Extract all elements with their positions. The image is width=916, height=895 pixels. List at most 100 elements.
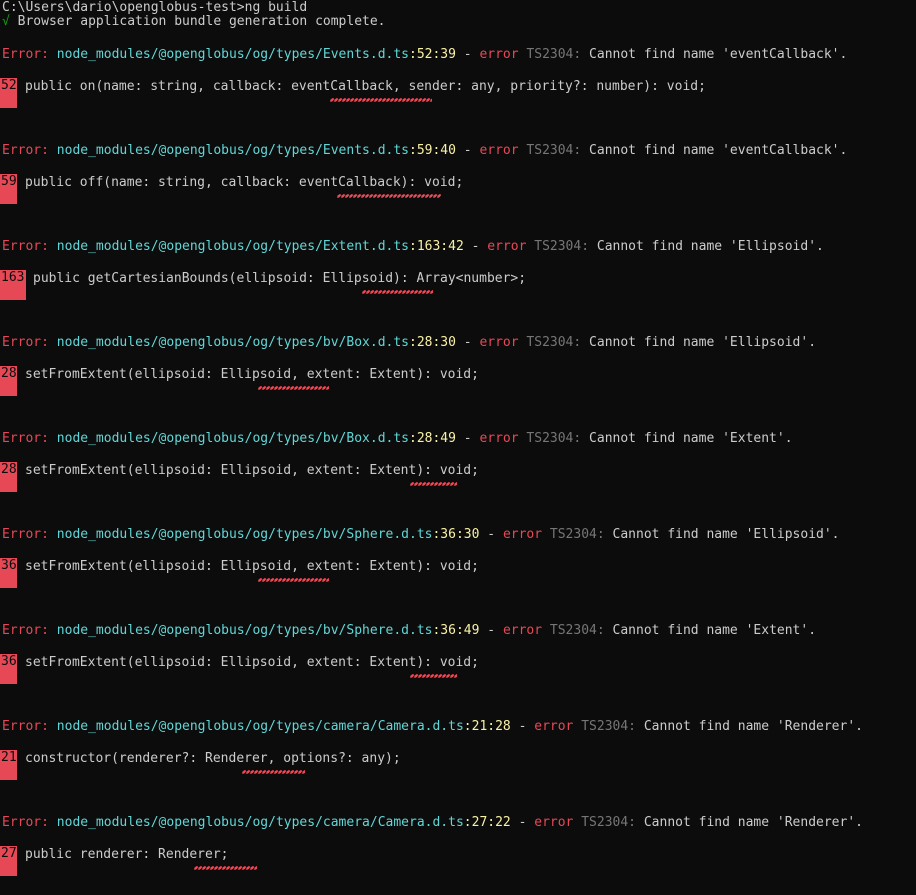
error-file-path: node_modules/@openglobus/og/types/camera… (56, 719, 464, 734)
error-location: :52:39 (409, 47, 456, 62)
error-message: Cannot find name 'Ellipsoid'. (596, 239, 824, 254)
error-file-path: node_modules/@openglobus/og/types/camera… (56, 815, 464, 830)
error-squiggle-underline (337, 193, 441, 199)
error-separator: - (455, 431, 480, 446)
source-code-line: setFromExtent(ellipsoid: Ellipsoid, exte… (25, 367, 479, 382)
error-header: Error: node_modules/@openglobus/og/types… (2, 719, 863, 735)
error-file-path: node_modules/@openglobus/og/types/bv/Box… (56, 335, 409, 350)
error-label: Error: (2, 335, 49, 350)
error-label: Error: (2, 239, 49, 254)
source-code-line: public getCartesianBounds(ellipsoid: Ell… (33, 271, 527, 286)
error-header: Error: node_modules/@openglobus/og/types… (2, 623, 816, 639)
error-severity: error (502, 527, 543, 542)
error-severity: error (534, 815, 574, 830)
error-code: TS2304: (581, 719, 637, 734)
error-file-path: node_modules/@openglobus/og/types/Extent… (56, 239, 409, 254)
check-icon: √ (2, 14, 10, 29)
error-severity: error (487, 239, 527, 254)
error-message: Cannot find name 'Renderer'. (643, 815, 863, 830)
error-label: Error: (2, 815, 49, 830)
error-code: TS2304: (526, 47, 582, 62)
line-number-badge: 28 (0, 366, 17, 396)
error-separator: - (455, 143, 480, 158)
error-header: Error: node_modules/@openglobus/og/types… (2, 239, 824, 255)
error-message: Cannot find name 'Extent'. (612, 623, 817, 638)
error-severity: error (534, 719, 574, 734)
error-message: Cannot find name 'eventCallback'. (589, 143, 848, 158)
error-severity: error (479, 143, 519, 158)
error-code: TS2304: (526, 335, 582, 350)
error-header: Error: node_modules/@openglobus/og/types… (2, 431, 793, 447)
error-message: Cannot find name 'Ellipsoid'. (612, 527, 840, 542)
error-separator: - (463, 239, 488, 254)
error-message: Cannot find name 'Ellipsoid'. (589, 335, 817, 350)
error-location: :163:42 (409, 239, 464, 254)
error-separator: - (510, 815, 535, 830)
error-header: Error: node_modules/@openglobus/og/types… (2, 335, 816, 351)
error-code: TS2304: (549, 623, 605, 638)
error-header: Error: node_modules/@openglobus/og/types… (2, 47, 847, 63)
error-message: Cannot find name 'eventCallback'. (589, 47, 848, 62)
error-code: TS2304: (534, 239, 590, 254)
source-code-line: setFromExtent(ellipsoid: Ellipsoid, exte… (25, 655, 479, 670)
line-number-badge: 36 (0, 654, 17, 684)
source-code-line: setFromExtent(ellipsoid: Ellipsoid, exte… (25, 463, 479, 478)
error-location: :36:49 (432, 623, 480, 638)
error-squiggle-underline (410, 673, 457, 679)
error-location: :59:40 (409, 143, 456, 158)
error-file-path: node_modules/@openglobus/og/types/bv/Box… (56, 431, 409, 446)
error-severity: error (479, 47, 519, 62)
error-location: :27:22 (463, 815, 511, 830)
line-number-badge: 28 (0, 462, 17, 492)
error-label: Error: (2, 719, 49, 734)
line-number-badge: 59 (0, 174, 17, 204)
error-separator: - (455, 335, 480, 350)
error-label: Error: (2, 47, 49, 62)
error-header: Error: node_modules/@openglobus/og/types… (2, 815, 863, 831)
error-code: TS2304: (526, 143, 582, 158)
error-squiggle-underline (330, 97, 432, 103)
line-number-badge: 27 (0, 846, 17, 876)
source-code-line: setFromExtent(ellipsoid: Ellipsoid, exte… (25, 559, 479, 574)
error-message: Cannot find name 'Renderer'. (643, 719, 863, 734)
error-code: TS2304: (549, 527, 605, 542)
line-number-badge: 21 (0, 750, 17, 780)
error-header: Error: node_modules/@openglobus/og/types… (2, 143, 847, 159)
source-code-line: constructor(renderer?: Renderer, options… (25, 751, 401, 766)
error-file-path: node_modules/@openglobus/og/types/bv/Sph… (56, 527, 433, 542)
error-separator: - (455, 47, 480, 62)
build-status-text: Browser application bundle generation co… (9, 14, 386, 29)
error-severity: error (479, 335, 519, 350)
terminal-window[interactable]: C:\Users\dario\openglobus-test>ng build … (0, 0, 916, 895)
error-separator: - (510, 719, 535, 734)
error-location: :36:30 (432, 527, 480, 542)
error-code: TS2304: (526, 431, 582, 446)
error-location: :28:49 (409, 431, 456, 446)
error-squiggle-underline (410, 481, 457, 487)
error-location: :28:30 (409, 335, 456, 350)
error-severity: error (479, 431, 519, 446)
error-file-path: node_modules/@openglobus/og/types/Events… (56, 143, 409, 158)
error-label: Error: (2, 527, 49, 542)
error-file-path: node_modules/@openglobus/og/types/Events… (56, 47, 409, 62)
error-severity: error (502, 623, 543, 638)
error-file-path: node_modules/@openglobus/og/types/bv/Sph… (56, 623, 433, 638)
line-number-badge: 52 (0, 78, 17, 108)
error-label: Error: (2, 623, 49, 638)
error-label: Error: (2, 143, 49, 158)
source-code-line: public on(name: string, callback: eventC… (25, 79, 706, 94)
error-squiggle-underline (242, 769, 305, 775)
build-status-line: √ Browser application bundle generation … (2, 14, 386, 30)
line-number-badge: 163 (0, 270, 26, 300)
error-separator: - (479, 623, 503, 638)
source-code-line: public renderer: Renderer; (25, 847, 229, 862)
error-header: Error: node_modules/@openglobus/og/types… (2, 527, 840, 543)
error-squiggle-underline (258, 385, 329, 391)
error-squiggle-underline (362, 289, 433, 295)
error-squiggle-underline (258, 577, 329, 583)
error-squiggle-underline (194, 865, 257, 871)
error-separator: - (479, 527, 503, 542)
error-code: TS2304: (581, 815, 637, 830)
error-location: :21:28 (463, 719, 511, 734)
line-number-badge: 36 (0, 558, 17, 588)
